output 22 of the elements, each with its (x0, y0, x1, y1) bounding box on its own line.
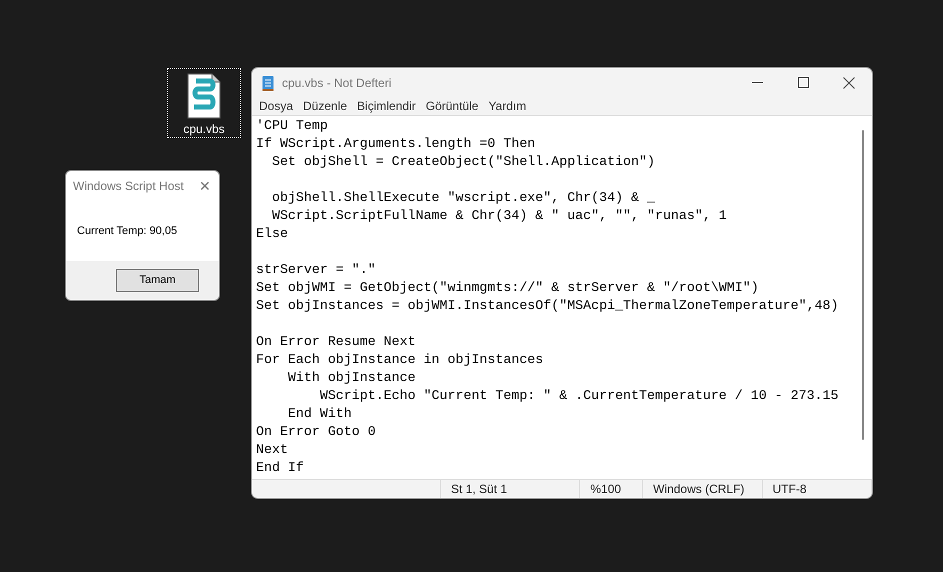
close-icon (843, 76, 855, 88)
code-text: 'CPU Temp If WScript.Arguments.length =0 Then Set objShell = CreateObject("Shell.Application") objShell.ShellExecute "wscript.exe", Chr(34) & _ WScript.ScriptFullName & Chr(34) & " uac", "", "runas", 1 Else strServer = "." Set objWMI = GetObject("winmgmts://" & strServer & "/root\WMI") Set objInstances = objWMI.InstancesOf("MSAcpi_ThermalZoneTemperature",48) On Error Resume Next For Each objInstance in objInstances With objInstance WScript.Echo "Current Temp: " & .CurrentTemperature / 10 - 273.15 End With On Error Goto 0 Next End If (256, 117, 838, 477)
dialog-title: Windows Script Host (73, 178, 184, 195)
menu-item[interactable]: Biçimlendir (352, 97, 421, 115)
ok-button[interactable]: Tamam (116, 269, 199, 292)
scrollbar-thumb[interactable] (862, 130, 864, 440)
close-button[interactable]: ✕ (199, 179, 211, 193)
status-text: Windows (CRLF) (653, 481, 744, 498)
file-name: cpu.vbs (183, 121, 225, 137)
menu-item[interactable]: Görüntüle (420, 97, 484, 115)
status-text: %100 (590, 481, 622, 498)
notepad-icon (262, 74, 274, 90)
menu-item[interactable]: Yardım (483, 97, 532, 115)
maximize-icon (798, 77, 808, 88)
desktop-icon[interactable]: cpu.vbs (167, 68, 241, 138)
status-text: UTF-8 (772, 481, 807, 498)
minimize-icon (752, 82, 762, 83)
menu-item[interactable]: Düzenle (298, 97, 352, 115)
status-text: St 1, Süt 1 (451, 481, 508, 498)
window-title: cpu.vbs - Not Defteri (282, 74, 392, 92)
menu-item[interactable]: Dosya (254, 97, 298, 115)
message-text: Current Temp: 90,05 (77, 224, 178, 239)
